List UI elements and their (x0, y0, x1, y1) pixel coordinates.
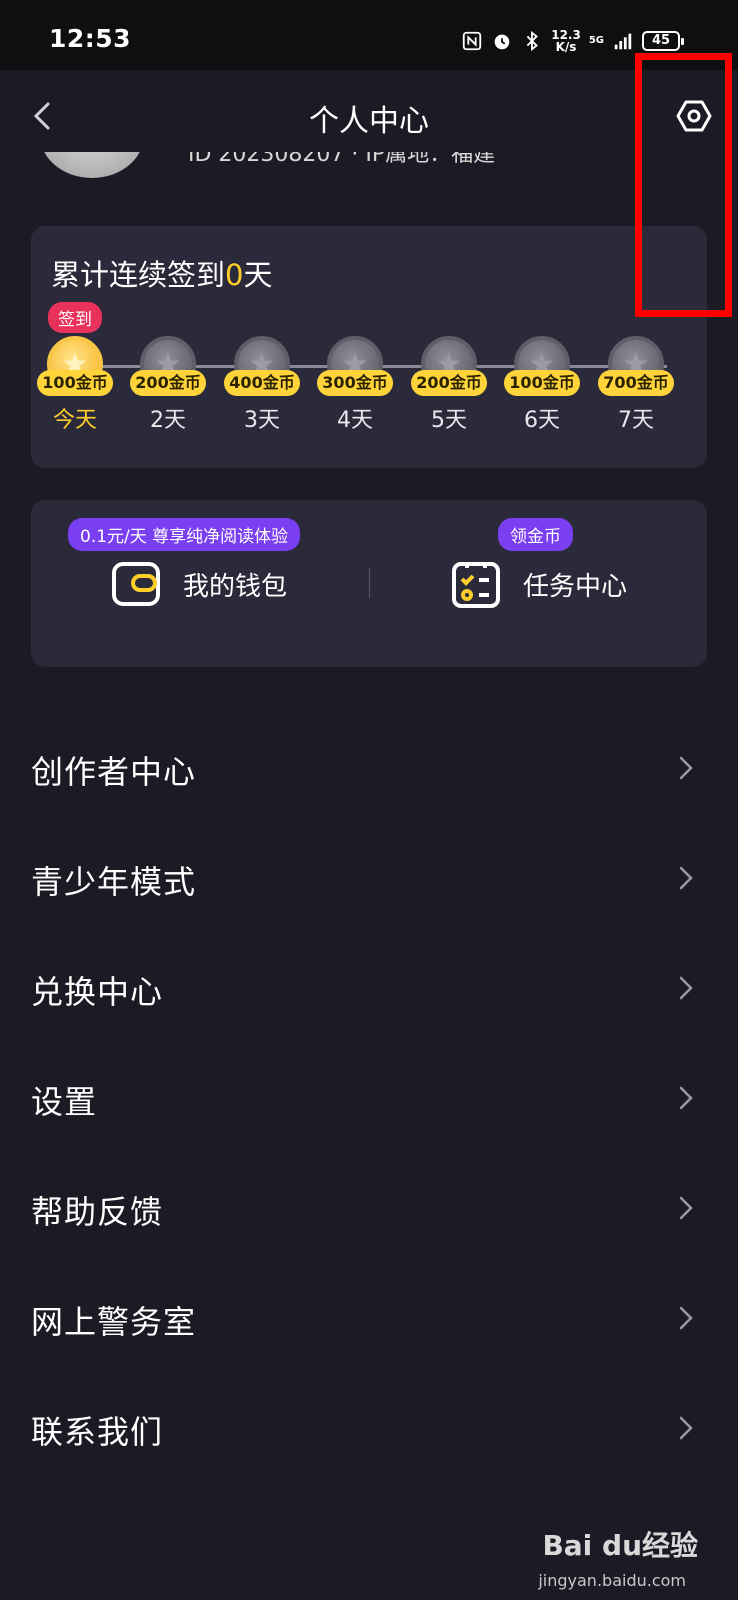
bluetooth-icon (526, 30, 539, 52)
wallet-task-card: 0.1元/天 尊享纯净阅读体验 领金币 我的钱包 任务中心 (31, 500, 707, 667)
menu-item-redeem-center[interactable]: 兑换中心 (0, 935, 738, 1045)
menu-item-label: 网上警务室 (31, 1303, 197, 1341)
day-reward: 100金币 (504, 370, 580, 396)
menu-item-label: 兑换中心 (31, 973, 164, 1011)
profile-section: ID 202308207 · IP属地：福建 (0, 152, 738, 182)
day-label: 3天 (244, 408, 280, 433)
my-wallet-button[interactable]: 我的钱包 (111, 556, 287, 612)
menu-item-help-feedback[interactable]: 帮助反馈 (0, 1155, 738, 1265)
task-center-button[interactable]: 任务中心 (451, 556, 627, 612)
chevron-right-icon (679, 1086, 693, 1110)
avatar[interactable] (40, 152, 144, 178)
checkin-day[interactable]: ★ 200金币 5天 (404, 336, 494, 434)
menu-item-creator-center[interactable]: 创作者中心 (0, 715, 738, 825)
checkin-count: 0 (225, 258, 244, 292)
checkin-day[interactable]: ★ 200金币 2天 (123, 336, 213, 434)
status-icons: 12.3 K/s 5G 45 (461, 28, 684, 54)
checkin-card: 累计连续签到0天 签到 ★ 100金币 今天 ★ 200金币 2天 ★ 400金… (31, 226, 707, 468)
status-bar: 12:53 12.3 K/s 5G 45 (0, 0, 738, 70)
battery-indicator: 45 (642, 31, 684, 51)
checkin-button[interactable]: 签到 (48, 302, 102, 333)
coin-promo-badge: 领金币 (498, 518, 573, 551)
page-title: 个人中心 (309, 104, 429, 139)
net-speed: 12.3 K/s (551, 29, 581, 53)
menu-item-label: 创作者中心 (31, 753, 197, 791)
checkin-day[interactable]: ★ 100金币 6天 (497, 336, 587, 434)
checkin-day[interactable]: ★ 400金币 3天 (217, 336, 307, 434)
alarm-icon (494, 34, 510, 50)
menu-item-settings[interactable]: 设置 (0, 1045, 738, 1155)
checkin-title-suffix: 天 (243, 258, 273, 292)
menu-list: 创作者中心 青少年模式 兑换中心 设置 帮助反馈 网上警务室 联系我们 (0, 715, 738, 1485)
my-wallet-label: 我的钱包 (183, 571, 288, 602)
page-header: 个人中心 (0, 70, 738, 162)
nfc-icon (463, 31, 482, 51)
user-id-text: ID 202308207 · IP属地：福建 (188, 152, 496, 167)
task-center-label: 任务中心 (523, 571, 628, 602)
menu-item-label: 青少年模式 (31, 863, 197, 901)
watermark-url: jingyan.baidu.com (538, 1571, 686, 1590)
day-reward: 400金币 (224, 370, 300, 396)
hexagon-settings-icon[interactable] (676, 98, 712, 134)
menu-item-label: 联系我们 (31, 1413, 164, 1451)
chevron-right-icon (679, 756, 693, 780)
day-reward: 200金币 (130, 370, 206, 396)
watermark-logo: Bai du经验 (542, 1529, 698, 1562)
divider (369, 568, 370, 598)
wallet-icon (112, 562, 160, 606)
day-reward: 200金币 (411, 370, 487, 396)
checkin-title: 累计连续签到0天 (51, 252, 272, 294)
vip-promo-badge: 0.1元/天 尊享纯净阅读体验 (68, 518, 301, 551)
day-label: 5天 (431, 408, 467, 433)
checkin-day[interactable]: ★ 100金币 今天 (30, 336, 120, 434)
menu-item-police-office[interactable]: 网上警务室 (0, 1265, 738, 1375)
day-label: 4天 (337, 408, 373, 433)
net-speed-unit: K/s (555, 40, 577, 54)
day-reward: 300金币 (317, 370, 393, 396)
network-type: 5G (588, 35, 604, 46)
menu-item-label: 设置 (31, 1083, 98, 1121)
menu-item-teen-mode[interactable]: 青少年模式 (0, 825, 738, 935)
menu-item-label: 帮助反馈 (31, 1193, 164, 1231)
chevron-right-icon (679, 1416, 693, 1440)
status-time: 12:53 (49, 24, 132, 53)
chevron-right-icon (679, 1306, 693, 1330)
chevron-right-icon (679, 1196, 693, 1220)
day-label: 7天 (618, 408, 654, 433)
menu-item-contact-us[interactable]: 联系我们 (0, 1375, 738, 1485)
chevron-right-icon (679, 976, 693, 1000)
day-reward: 100金币 (37, 370, 113, 396)
signal-icon (614, 33, 632, 50)
day-label: 6天 (524, 408, 560, 433)
day-label: 2天 (150, 408, 186, 433)
chevron-right-icon (679, 866, 693, 890)
checkin-title-prefix: 累计连续签到 (51, 258, 226, 292)
checkin-day[interactable]: ★ 700金币 7天 (591, 336, 681, 434)
day-reward: 700金币 (598, 370, 674, 396)
day-label: 今天 (52, 408, 97, 433)
checkin-day[interactable]: ★ 300金币 4天 (310, 336, 400, 434)
task-list-icon (452, 562, 500, 608)
